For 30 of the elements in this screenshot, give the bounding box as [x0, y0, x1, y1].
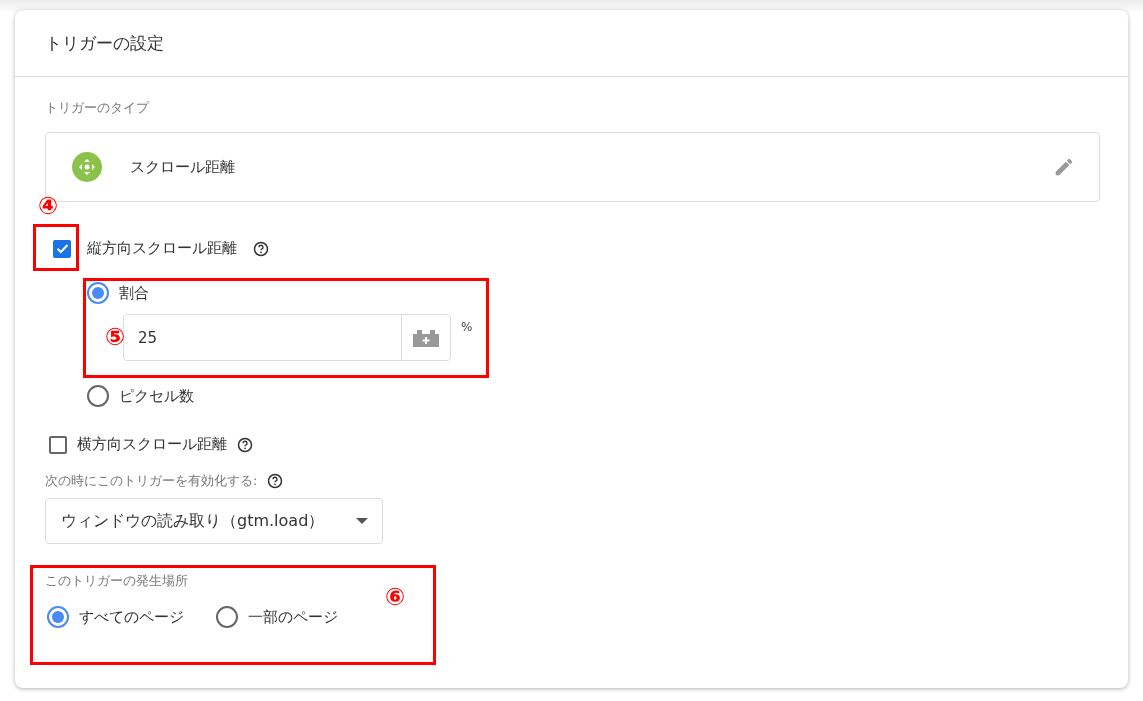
event-dropdown[interactable]: ウィンドウの読み取り（gtm.load） [45, 498, 383, 544]
percent-input[interactable]: 25 [123, 314, 451, 361]
step-number: ⑥ [385, 585, 406, 609]
radio-label: すべてのページ [79, 607, 184, 627]
radio-button[interactable] [47, 606, 69, 628]
pencil-icon[interactable] [1053, 156, 1075, 178]
help-icon[interactable] [267, 473, 284, 489]
help-icon[interactable] [237, 436, 253, 453]
field-label: このトリガーの発生場所 [45, 572, 189, 590]
radio-button[interactable] [216, 606, 238, 628]
unit-label: % [461, 320, 473, 334]
variable-block-icon[interactable] [413, 328, 439, 347]
highlight-frame [33, 224, 79, 271]
radio-label: ピクセル数 [119, 386, 194, 406]
checkbox-label: 縦方向スクロール距離 [87, 239, 237, 258]
radio-button[interactable] [87, 385, 109, 407]
field-label: トリガーのタイプ [45, 99, 151, 117]
move-arrows-icon [72, 152, 102, 182]
radio-label: 割合 [119, 283, 149, 303]
checkbox[interactable] [49, 435, 67, 454]
checkbox-label: 横方向スクロール距離 [77, 435, 227, 454]
caret-icon [356, 518, 368, 524]
checkbox[interactable] [53, 239, 71, 258]
panel-title: トリガーの設定 [45, 31, 164, 55]
step-number: ⑤ [105, 325, 126, 349]
radio-button[interactable] [87, 282, 109, 304]
trigger-type-name: スクロール距離 [130, 157, 236, 177]
radio-label: 一部のページ [248, 607, 338, 627]
field-label: 次の時にこのトリガーを有効化する: [45, 472, 258, 490]
help-icon[interactable] [253, 240, 269, 257]
